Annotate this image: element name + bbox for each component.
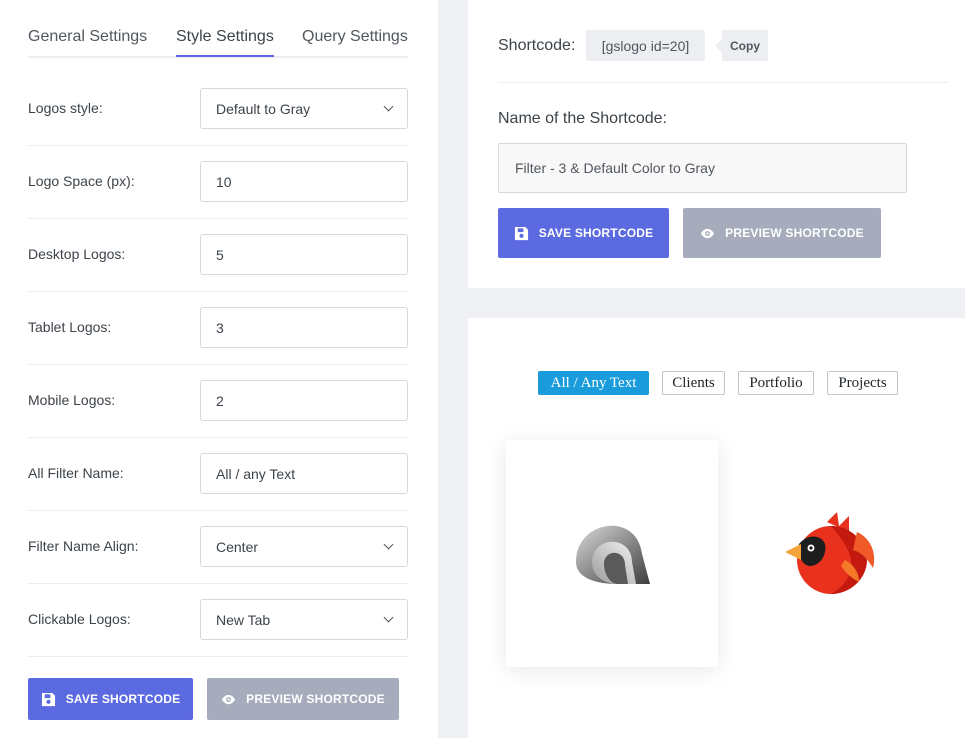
chevron-down-icon <box>383 539 394 550</box>
copy-button[interactable]: Copy <box>715 30 768 61</box>
shortcode-name-input[interactable]: Filter - 3 & Default Color to Gray <box>498 143 907 193</box>
setting-label: Desktop Logos: <box>28 246 126 262</box>
mobile-logos-input[interactable]: 2 <box>200 380 408 421</box>
button-label: PREVIEW SHORTCODE <box>246 692 385 706</box>
setting-label: All Filter Name: <box>28 465 124 481</box>
floppy-disk-icon <box>41 692 55 706</box>
shortcode-name-label: Name of the Shortcode: <box>498 110 667 127</box>
select-value: Default to Gray <box>216 100 311 117</box>
button-label: SAVE SHORTCODE <box>538 226 654 240</box>
logo-preview-panel: All / Any Text Clients Portfolio Project… <box>468 318 965 738</box>
logo-card-gray[interactable] <box>506 440 718 667</box>
filter-projects[interactable]: Projects <box>827 371 898 395</box>
tablet-logos-input[interactable]: 3 <box>200 307 408 348</box>
select-value: New Tab <box>216 611 271 628</box>
preview-shortcode-button[interactable]: PREVIEW SHORTCODE <box>683 208 881 258</box>
shortcode-panel: Shortcode: [gslogo id=20] Copy Name of t… <box>468 0 965 288</box>
all-filter-name-input[interactable]: All / any Text <box>200 453 408 494</box>
eye-icon <box>701 228 715 238</box>
setting-label: Mobile Logos: <box>28 392 116 408</box>
setting-row-mobile-logos: Mobile Logos: 2 <box>28 365 408 438</box>
setting-row-filter-name-align: Filter Name Align: Center <box>28 511 408 584</box>
setting-row-tablet-logos: Tablet Logos: 3 <box>28 292 408 365</box>
settings-form: Logos style: Default to Gray Logo Space … <box>28 73 408 657</box>
eye-icon <box>222 694 236 704</box>
tab-style-settings[interactable]: Style Settings <box>176 28 274 46</box>
filter-portfolio[interactable]: Portfolio <box>738 371 814 395</box>
preview-shortcode-button[interactable]: PREVIEW SHORTCODE <box>207 678 399 720</box>
setting-label: Logos style: <box>28 100 103 116</box>
floppy-disk-icon <box>514 226 528 240</box>
setting-label: Clickable Logos: <box>28 611 131 627</box>
button-label: PREVIEW SHORTCODE <box>725 226 864 240</box>
filter-clients[interactable]: Clients <box>662 371 725 395</box>
filter-all[interactable]: All / Any Text <box>538 371 649 395</box>
button-label: SAVE SHORTCODE <box>65 692 181 706</box>
settings-tabs: General Settings Style Settings Query Se… <box>28 0 408 58</box>
setting-label: Filter Name Align: <box>28 538 139 554</box>
setting-row-all-filter-name: All Filter Name: All / any Text <box>28 438 408 511</box>
filter-name-align-select[interactable]: Center <box>200 526 408 567</box>
tab-query-settings[interactable]: Query Settings <box>302 28 408 46</box>
red-bird-logo-icon <box>785 512 875 594</box>
setting-row-desktop-logos: Desktop Logos: 5 <box>28 219 408 292</box>
setting-label: Tablet Logos: <box>28 319 112 335</box>
setting-row-clickable-logos: Clickable Logos: New Tab <box>28 584 408 657</box>
logo-space-input[interactable]: 10 <box>200 161 408 202</box>
style-settings-panel: General Settings Style Settings Query Se… <box>0 0 438 738</box>
shortcode-value: [gslogo id=20] <box>586 30 705 61</box>
chevron-down-icon <box>383 101 394 112</box>
save-shortcode-button[interactable]: SAVE SHORTCODE <box>28 678 193 720</box>
gray-ribbon-logo-icon <box>576 525 650 584</box>
clickable-logos-select[interactable]: New Tab <box>200 599 408 640</box>
setting-row-logo-space: Logo Space (px): 10 <box>28 146 408 219</box>
desktop-logos-input[interactable]: 5 <box>200 234 408 275</box>
save-shortcode-button[interactable]: SAVE SHORTCODE <box>498 208 669 258</box>
logos-style-select[interactable]: Default to Gray <box>200 88 408 129</box>
tab-general-settings[interactable]: General Settings <box>28 28 147 46</box>
setting-label: Logo Space (px): <box>28 173 135 189</box>
select-value: Center <box>216 538 259 555</box>
chevron-down-icon <box>383 612 394 623</box>
divider <box>498 82 948 83</box>
active-tab-indicator <box>176 55 274 57</box>
setting-row-logos-style: Logos style: Default to Gray <box>28 73 408 146</box>
shortcode-label: Shortcode: <box>498 37 576 54</box>
logo-card-bird[interactable] <box>748 488 918 618</box>
